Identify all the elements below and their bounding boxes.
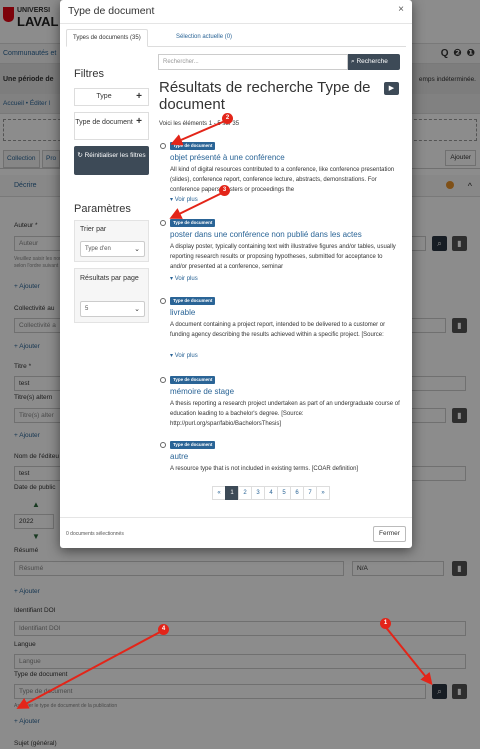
arrow-1 [383,624,433,686]
annotation-marker-2: 2 [222,113,233,124]
arrow-4 [16,631,161,709]
arrow-3 [169,192,223,219]
annotation-marker-4: 4 [158,624,169,635]
annotation-arrows [16,120,433,709]
annotation-marker-3: 3 [219,185,230,196]
arrow-2 [170,120,226,146]
annotation-marker-1: 1 [380,618,391,629]
